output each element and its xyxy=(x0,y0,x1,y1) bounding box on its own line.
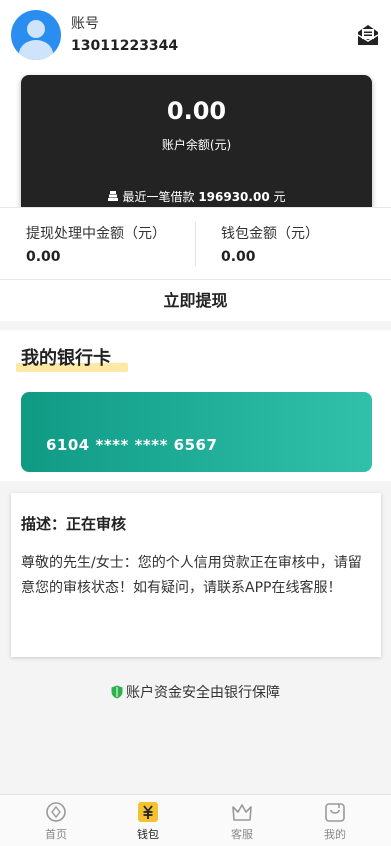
recent-loan-prefix: 最近一笔借款 xyxy=(122,190,195,204)
bottom-nav: 首页 钱包 客服 我的 xyxy=(0,794,391,846)
coin-stack-icon xyxy=(108,191,119,201)
nav-label-profile: 我的 xyxy=(324,828,346,841)
message-icon[interactable] xyxy=(355,22,381,48)
nav-label-wallet: 钱包 xyxy=(137,828,159,841)
bank-card-number: 6104 **** **** 6567 xyxy=(46,436,218,454)
avatar-head-shape xyxy=(27,20,45,38)
account-phone: 13011223344 xyxy=(71,38,179,54)
wallet-value: 0.00 xyxy=(221,249,256,265)
withdraw-button[interactable]: 立即提现 xyxy=(0,279,391,321)
wallet-label: 钱包金额（元） xyxy=(221,226,319,242)
security-text: 账户资金安全由银行保障 xyxy=(126,685,280,701)
profile-icon xyxy=(325,803,345,822)
avatar[interactable] xyxy=(11,10,61,60)
nav-label-home: 首页 xyxy=(45,828,67,841)
nav-item-wallet[interactable]: 钱包 xyxy=(103,795,193,846)
processing-value: 0.00 xyxy=(26,249,61,265)
processing-label: 提现处理中金额（元） xyxy=(26,226,166,242)
home-icon xyxy=(46,802,66,822)
description-title: 描述：正在审核 xyxy=(21,515,127,533)
description-body: 尊敬的先生/女士：您的个人信用贷款正在审核中，请留意您的审核状态！如有疑问，请联… xyxy=(21,555,362,596)
nav-label-service: 客服 xyxy=(231,828,253,841)
security-note: 账户资金安全由银行保障 xyxy=(0,682,391,702)
recent-loan-amount: 196930.00 xyxy=(198,190,270,204)
bank-section-title: 我的银行卡 xyxy=(21,348,111,369)
wallet-page: 账号 13011223344 0.00 账户余额(元) 最近一笔借款 19693… xyxy=(0,0,391,846)
status-description-card: 描述：正在审核 尊敬的先生/女士：您的个人信用贷款正在审核中，请留意您的审核状态… xyxy=(11,493,381,657)
balance-label: 账户余额(元) xyxy=(161,138,232,152)
avatar-body-shape xyxy=(19,40,53,60)
header: 账号 13011223344 0.00 账户余额(元) 最近一笔借款 19693… xyxy=(0,0,391,207)
recent-loan: 最近一笔借款 196930.00 元 xyxy=(21,188,372,205)
amount-stats: 提现处理中金额（元） 0.00 钱包金额（元） 0.00 xyxy=(0,207,391,279)
balance-card: 0.00 账户余额(元) 最近一笔借款 196930.00 元 xyxy=(21,75,372,207)
nav-item-profile[interactable]: 我的 xyxy=(290,795,380,846)
shield-icon xyxy=(111,685,123,699)
bank-card-section: 我的银行卡 6104 **** **** 6567 xyxy=(0,330,391,481)
nav-item-service[interactable]: 客服 xyxy=(197,795,287,846)
service-icon xyxy=(232,804,252,821)
wallet-icon xyxy=(138,802,158,822)
recent-loan-unit: 元 xyxy=(273,190,286,204)
balance-amount: 0.00 xyxy=(166,97,227,125)
nav-item-home[interactable]: 首页 xyxy=(11,795,101,846)
account-label: 账号 xyxy=(71,16,99,32)
stats-divider xyxy=(195,222,196,266)
bank-card[interactable]: 6104 **** **** 6567 xyxy=(21,392,372,472)
